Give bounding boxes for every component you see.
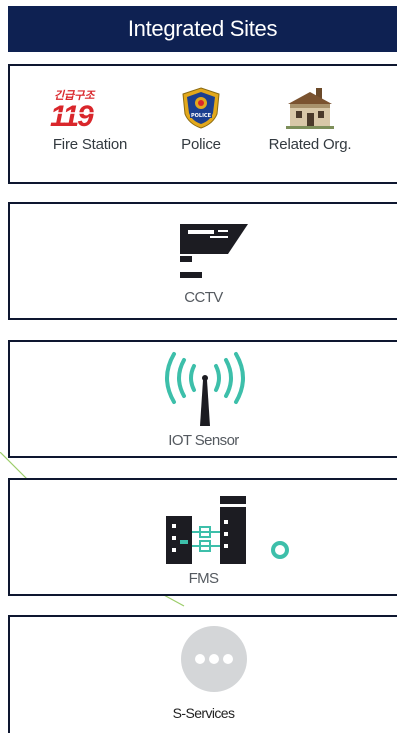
site-label-related-org: Related Org. [268,136,352,153]
fire-station-119-icon: 긴급구조 119 [50,89,120,130]
server-racks-icon [166,496,289,564]
cctv-label: CCTV [184,289,223,306]
s-services-card[interactable]: S-Services [8,615,397,733]
s-services-label: S-Services [172,705,235,721]
police-badge-text: POLICE [191,113,212,119]
site-label-fire-station: Fire Station [52,136,128,153]
iot-sensor-label: IOT Sensor [168,432,239,449]
header-banner: Integrated Sites [8,6,397,52]
more-dots-icon [181,626,247,692]
integrated-sites-diagram: Integrated Sites 긴급구조 119 Fire Station P… [0,0,397,733]
site-label-police: Police [181,136,221,153]
header-title: Integrated Sites [127,16,278,41]
cctv-card[interactable]: CCTV [8,202,397,320]
fms-card[interactable]: FMS [8,478,397,596]
iot-sensor-card[interactable]: IOT Sensor [8,340,397,458]
building-icon [286,88,334,129]
fms-label: FMS [188,570,219,587]
site-fire-station[interactable]: 긴급구조 119 Fire Station [30,86,150,153]
fire-logo-text: 119 [50,100,94,130]
site-police[interactable]: POLICE Police [141,86,261,153]
site-related-org[interactable]: Related Org. [250,86,370,153]
police-badge-icon: POLICE [182,87,220,129]
cctv-camera-icon [180,224,248,278]
sites-card: 긴급구조 119 Fire Station POLICE Police Rela… [8,64,397,184]
wireless-antenna-icon [165,352,245,426]
